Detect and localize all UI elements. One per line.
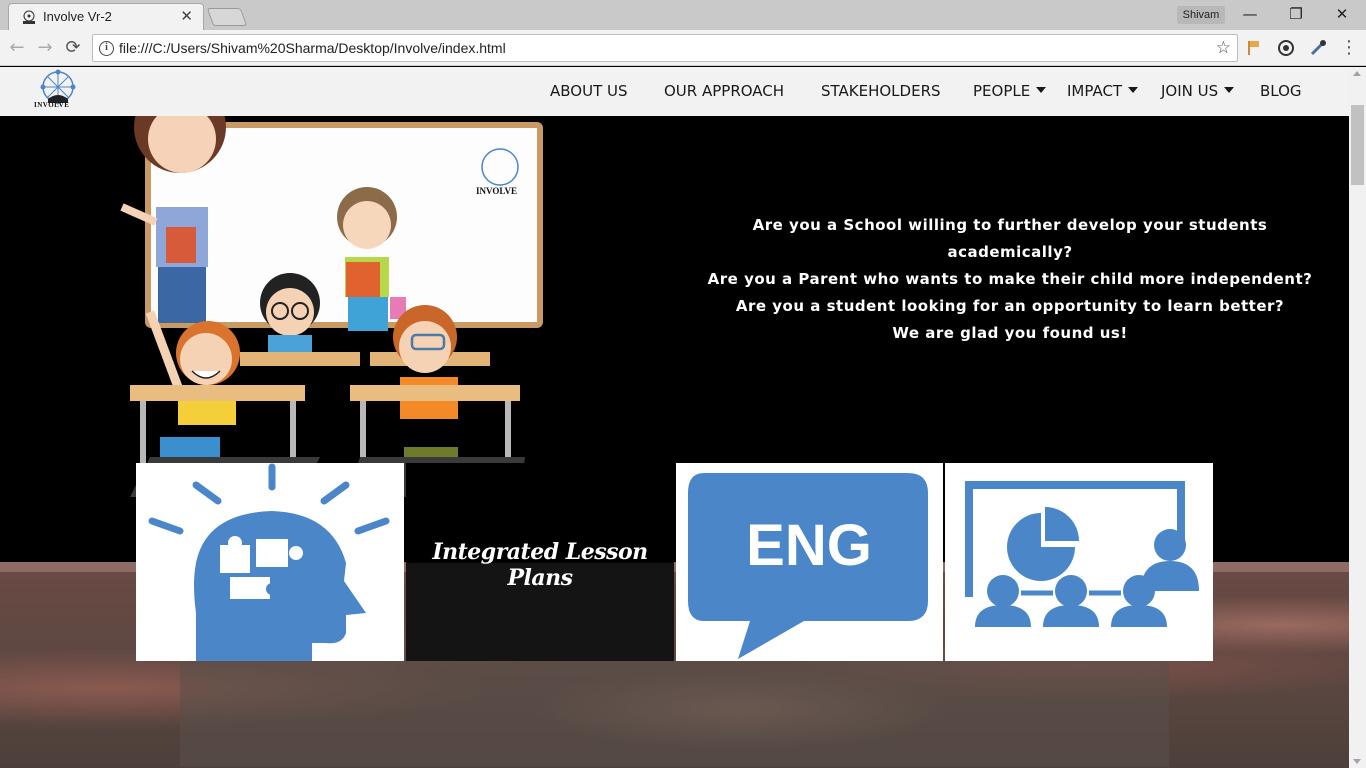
hero-line-parent: Are you a Parent who wants to make their… [707,270,1313,288]
nav-blog[interactable]: BLOG [1260,82,1302,100]
nav-label: IMPACT [1067,82,1123,100]
restore-button[interactable]: ❐ [1273,2,1319,26]
nav-impact[interactable]: IMPACT [1067,82,1139,100]
minimize-button[interactable]: — [1227,2,1273,26]
page-scrollbar[interactable] [1349,67,1366,768]
url-text[interactable]: file:///C:/Users/Shivam%20Sharma/Desktop… [119,40,506,56]
reload-icon[interactable]: ⟳ [62,37,84,59]
bookmark-star-icon[interactable]: ☆ [1216,38,1231,58]
caret-down-icon [1036,87,1047,93]
window-titlebar: Involve Vr-2 ✕ Shivam — ❐ ✕ [0,0,1366,30]
hero-line-school: Are you a School willing to further deve… [752,216,1268,261]
nav-label: STAKEHOLDERS [821,82,941,100]
scroll-thumb[interactable] [1351,105,1364,185]
forward-icon[interactable]: → [34,37,56,59]
nav-stakeholders[interactable]: STAKEHOLDERS [821,82,941,100]
extension-record-icon[interactable] [1276,38,1296,58]
classroom-illustration: INVOLVE [120,81,543,497]
nav-label: BLOG [1260,82,1302,100]
eng-speech-bubble-icon: ENG [688,473,928,659]
page-viewport: INVOLVE INVOLVE ABOUT US OUR APPROACH ST… [0,67,1349,768]
browser-toolbar: ← → ⟳ i file:///C:/Users/Shivam%20Sharma… [0,30,1366,66]
nav-our-approach[interactable]: OUR APPROACH [664,82,784,100]
photo-overlay [180,657,1169,767]
caret-down-icon [1128,87,1139,93]
nav-people[interactable]: PEOPLE [973,82,1047,100]
profile-button[interactable]: Shivam [1177,6,1225,24]
extension-eyedropper-icon[interactable] [1308,38,1328,58]
site-navbar: INVOLVE ABOUT US OUR APPROACH STAKEHOLDE… [0,67,1349,116]
tab-close-icon[interactable]: ✕ [180,7,193,25]
eng-label: ENG [746,513,872,578]
presentation-board-icon [965,481,1199,627]
tile-caption: Integrated Lesson Plans [432,539,648,591]
nav-join-us[interactable]: JOIN US [1161,82,1235,100]
tab-title: Involve Vr-2 [43,9,112,24]
back-icon[interactable]: ← [6,37,28,59]
close-window-button[interactable]: ✕ [1319,2,1365,26]
tile-integrated-lesson-plans[interactable]: Integrated Lesson Plans [406,463,674,661]
tile-eng[interactable]: ENG [676,463,943,661]
hero-line-welcome: We are glad you found us! [892,324,1128,342]
address-bar[interactable]: i file:///C:/Users/Shivam%20Sharma/Deskt… [92,34,1238,62]
browser-menu-icon[interactable]: ⋮ [1338,37,1360,59]
scroll-down-icon[interactable] [1353,759,1361,764]
nav-label: PEOPLE [973,82,1031,100]
whiteboard-logo-text: INVOLVE [476,186,517,196]
nav-about-us[interactable]: ABOUT US [550,82,628,100]
nav-label: JOIN US [1161,82,1219,100]
nav-label: ABOUT US [550,82,628,100]
tile-presentation[interactable] [945,463,1213,661]
new-tab-button[interactable] [206,8,248,26]
caret-down-icon [1224,87,1235,93]
extension-flag-icon[interactable] [1244,38,1264,58]
tile-head-puzzle[interactable] [136,463,404,661]
favicon-icon [23,10,35,24]
hero-copy: Are you a School willing to further deve… [700,212,1320,347]
site-info-icon[interactable]: i [99,41,114,56]
logo-text: INVOLVE [34,101,70,109]
scroll-up-icon[interactable] [1353,71,1361,76]
browser-tab[interactable]: Involve Vr-2 ✕ [8,3,204,30]
hero-line-student: Are you a student looking for an opportu… [735,297,1285,315]
nav-label: OUR APPROACH [664,82,785,100]
head-puzzle-icon [148,463,390,661]
